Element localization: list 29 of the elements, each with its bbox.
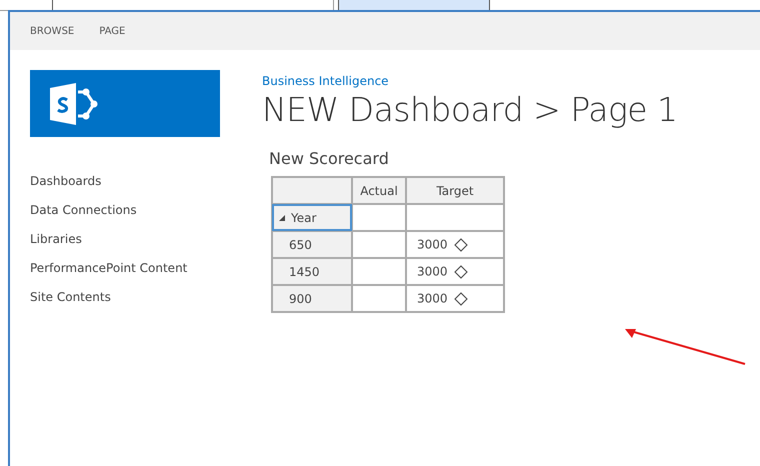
diamond-icon [454,238,468,252]
table-cell [352,231,406,258]
table-cell [352,285,406,312]
ribbon-tab[interactable]: PAGE [99,26,126,36]
table-cell: 3000 [406,285,504,312]
diamond-icon [454,264,468,279]
nav-link[interactable]: Site Contents [30,289,242,318]
expand-icon[interactable] [279,215,285,222]
column-header: Target [406,177,504,204]
nav-link[interactable]: Data Connections [30,202,242,231]
site-logo[interactable] [30,70,220,137]
nav-link[interactable]: Libraries [30,231,242,260]
diamond-icon [454,292,468,306]
site-title-link[interactable]: Business Intelligence [262,74,678,88]
table-cell: 3000 [406,231,504,258]
row-label: 1450 [272,258,352,285]
ribbon-tab[interactable]: BROWSE [30,26,74,36]
nav-link[interactable]: PerformancePoint Content [30,260,242,289]
scorecard-title: New Scorecard [269,149,390,168]
row-header[interactable]: Year [272,204,352,231]
row-label: 900 [272,285,352,312]
page-title: NEW Dashboard > Page 1 [262,90,678,129]
table-cell: 3000 [406,258,504,285]
row-label: 650 [272,231,352,258]
table-cell [352,204,406,231]
row-header-label: Year [291,210,316,224]
nav-link[interactable]: Dashboards [30,173,242,202]
column-header: Actual [352,177,406,204]
table-cell [352,258,406,285]
